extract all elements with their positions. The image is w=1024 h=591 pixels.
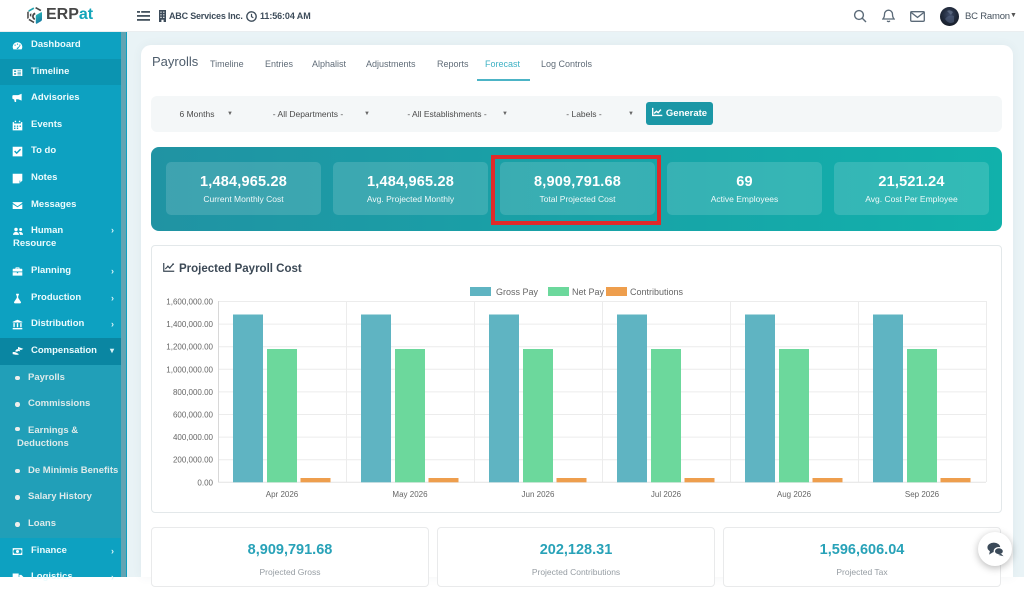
svg-text:600,000.00: 600,000.00 (173, 411, 214, 420)
svg-text:Aug 2026: Aug 2026 (777, 490, 812, 499)
svg-text:Apr 2026: Apr 2026 (266, 490, 299, 499)
svg-text:800,000.00: 800,000.00 (173, 388, 214, 397)
svg-text:1,000,000.00: 1,000,000.00 (166, 365, 213, 374)
svg-text:Gross Pay: Gross Pay (496, 287, 539, 297)
svg-text:Contributions: Contributions (630, 287, 684, 297)
svg-text:400,000.00: 400,000.00 (173, 433, 214, 442)
svg-text:1,200,000.00: 1,200,000.00 (166, 343, 213, 352)
svg-text:Jul 2026: Jul 2026 (651, 490, 682, 499)
svg-text:200,000.00: 200,000.00 (173, 456, 214, 465)
svg-text:Net Pay: Net Pay (572, 287, 605, 297)
svg-text:May 2026: May 2026 (392, 490, 428, 499)
svg-text:0.00: 0.00 (197, 478, 213, 487)
svg-text:1,600,000.00: 1,600,000.00 (166, 298, 213, 307)
svg-text:1,400,000.00: 1,400,000.00 (166, 320, 213, 329)
svg-text:Sep 2026: Sep 2026 (905, 490, 940, 499)
svg-text:Jun 2026: Jun 2026 (522, 490, 555, 499)
